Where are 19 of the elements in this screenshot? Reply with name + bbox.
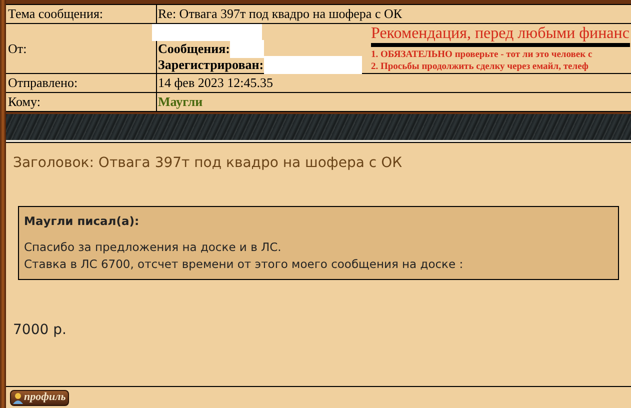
field-label: Сообщения: — [158, 40, 230, 58]
field-label: Зарегистрирован: — [158, 56, 264, 74]
profile-button[interactable]: профиль — [10, 390, 69, 406]
field-label: От: — [8, 40, 27, 58]
field-label: Тема сообщения: — [8, 5, 104, 24]
post-body: 7000 р. — [12, 321, 68, 340]
post-subject: Заголовок: Отвага 397т под квадро на шофера с ОК — [12, 154, 404, 173]
recipient-link[interactable]: Маугли — [158, 92, 203, 112]
notice-title: Рекомендация, перед любыми финанс — [371, 24, 630, 43]
notice-line: 1. ОБЯЗАТЕЛЬНО проверьте - тот ли это человек с — [371, 49, 594, 61]
field-label: Кому: — [8, 93, 40, 112]
quote-line: Ставка в ЛС 6700, отсчет времени от этого моего сообщения на доске : — [24, 256, 464, 274]
field-value: Re: Отвага 397т под квадро на шофера с ОК — [158, 5, 402, 24]
field-value: 14 фев 2023 12:45.35 — [158, 74, 273, 92]
field-label: Отправлено: — [8, 74, 78, 92]
quote-author: Маугли писал(а): — [24, 213, 140, 230]
person-icon — [13, 392, 23, 404]
quote-line: Спасибо за предложения на доске и в ЛС. — [24, 239, 282, 256]
notice-line: 2. Просьбы продолжить сделку через емайл, телеф — [371, 61, 590, 73]
